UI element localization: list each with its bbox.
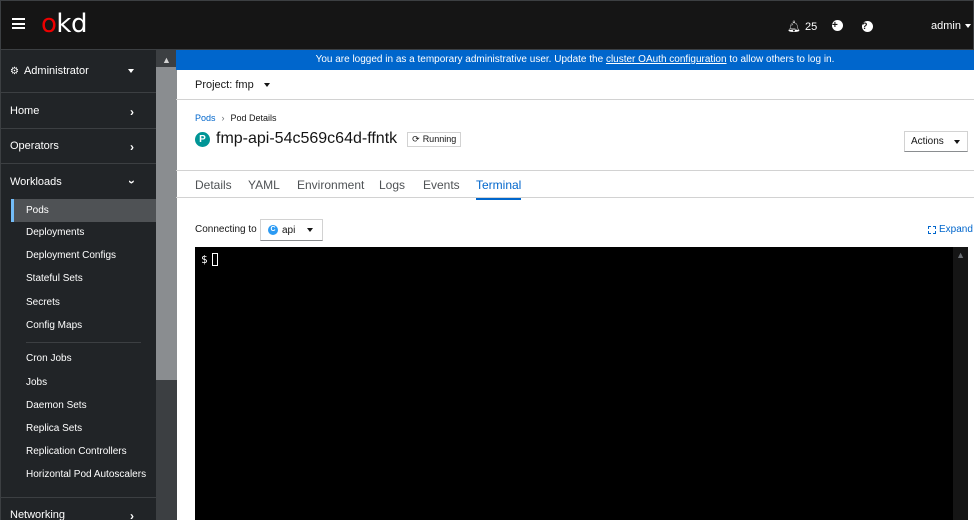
bell-icon: 🔔︎ [787,21,801,33]
chevron-right-icon: › [130,509,134,520]
sidebar-item-label: Deployments [26,227,85,238]
nav-operators[interactable]: Operators › [1,129,156,164]
caret-down-icon [128,69,134,73]
sidebar-item-horizontal-pod-autoscalers[interactable]: Horizontal Pod Autoscalers [11,463,156,486]
banner-text-end: to allow others to log in. [726,54,835,65]
sidebar-item-label: Stateful Sets [26,273,83,284]
actions-dropdown[interactable]: Actions [904,131,968,152]
page-title: fmp-api-54c569c64d-ffntk [216,130,398,147]
notifications-button[interactable]: 🔔︎ 25 [787,20,818,34]
connecting-label: Connecting to [195,224,257,235]
terminal-console[interactable]: $ ▲ [195,247,968,520]
tab-environment[interactable]: Environment [297,178,364,192]
sidebar-item-jobs[interactable]: Jobs [11,371,156,394]
sidebar-item-deployment-configs[interactable]: Deployment Configs [11,244,156,267]
nav-home[interactable]: Home › [1,94,156,129]
tab-yaml[interactable]: YAML [248,178,280,192]
nav-divider [26,342,141,343]
page-title-row: P fmp-api-54c569c64d-ffntk ⟳ Running [195,130,462,148]
sidebar-item-pods[interactable]: Pods [11,199,156,222]
notifications-count: 25 [804,20,818,33]
project-selector[interactable]: Project: fmp [176,70,974,100]
sidebar-item-cron-jobs[interactable]: Cron Jobs [11,347,156,370]
terminal-cursor [211,253,218,266]
tab-bar: Details YAML Environment Logs Events Ter… [176,170,974,200]
chevron-right-icon: › [130,105,134,119]
status-text: Running [422,134,457,144]
perspective-switcher[interactable]: ⚙ Administrator [1,50,156,93]
hamburger-menu-icon[interactable] [12,18,25,29]
chevron-down-icon: › [125,180,139,184]
tab-terminal[interactable]: Terminal [476,178,522,200]
scroll-up-icon[interactable]: ▲ [162,55,171,65]
temporary-admin-banner: You are logged in as a temporary adminis… [176,50,974,70]
sidebar-item-stateful-sets[interactable]: Stateful Sets [11,267,156,290]
scroll-up-icon[interactable]: ▲ [956,250,965,260]
breadcrumb-pods-link[interactable]: Pods [195,113,216,123]
sidebar-scrollbar-thumb[interactable] [156,67,177,380]
help-icon[interactable]: ? [862,21,873,32]
breadcrumb-current: Pod Details [230,113,277,123]
actions-label: Actions [911,136,944,147]
sidebar-item-label: Config Maps [26,320,83,331]
user-menu[interactable]: admin [931,20,971,32]
sidebar-item-label: Cron Jobs [26,353,72,364]
add-icon[interactable]: + [832,20,843,31]
expand-label: Expand [939,224,973,235]
expand-button[interactable]: Expand [928,224,973,235]
sidebar-item-daemon-sets[interactable]: Daemon Sets [11,394,156,417]
sync-icon: ⟳ [412,133,420,144]
okd-logo[interactable]: okd [41,9,87,39]
nav-operators-label: Operators [10,140,59,152]
sidebar-item-label: Secrets [26,297,60,308]
chevron-right-icon: › [130,140,134,154]
terminal-scrollbar[interactable] [953,247,968,520]
sidebar-item-replica-sets[interactable]: Replica Sets [11,417,156,440]
sidebar-item-label: Jobs [26,377,48,388]
sidebar-item-label: Daemon Sets [26,400,87,411]
sidebar-item-deployments[interactable]: Deployments [11,221,156,244]
container-dropdown[interactable]: C api [260,219,323,241]
tab-details[interactable]: Details [195,178,232,192]
masthead: okd 🔔︎ 25 + ? admin [0,0,974,50]
container-icon: C [268,225,278,235]
expand-icon [928,225,936,234]
terminal-prompt: $ [201,253,218,266]
caret-down-icon [307,228,314,232]
nav-workloads[interactable]: Workloads › [1,164,156,199]
user-name: admin [931,20,961,32]
caret-down-icon [954,139,960,144]
breadcrumb-separator-icon: › [221,113,225,123]
sidebar-item-config-maps[interactable]: Config Maps [11,314,156,337]
sidebar-item-label: Replica Sets [26,423,83,434]
pod-resource-badge: P [195,131,210,147]
nav-networking-label: Networking [10,509,66,520]
breadcrumb: Pods › Pod Details [195,113,277,123]
caret-down-icon [964,24,971,28]
oauth-config-link[interactable]: cluster OAuth configuration [606,54,727,65]
caret-down-icon [263,82,270,87]
nav-networking[interactable]: Networking › [1,497,156,520]
sidebar-item-secrets[interactable]: Secrets [11,291,156,314]
sidebar-item-label: Pods [26,205,49,216]
sidebar-item-replication-controllers[interactable]: Replication Controllers [11,440,156,463]
nav-workloads-label: Workloads [10,175,62,188]
project-label: Project: fmp [195,78,254,91]
sidebar-item-label: Replication Controllers [26,446,127,457]
status-badge: ⟳ Running [407,131,462,147]
prompt-symbol: $ [201,253,208,266]
container-name: api [282,224,296,236]
tab-logs[interactable]: Logs [379,178,405,192]
gear-icon: ⚙ [10,65,19,77]
sidebar-item-label: Deployment Configs [26,250,117,261]
perspective-label: Administrator [23,65,89,77]
banner-text: You are logged in as a temporary adminis… [315,54,606,65]
nav-home-label: Home [10,105,40,117]
sidebar: ⚙ Administrator Home › Operators › Workl… [0,50,177,520]
sidebar-item-label: Horizontal Pod Autoscalers [26,469,147,480]
tab-events[interactable]: Events [423,178,460,192]
